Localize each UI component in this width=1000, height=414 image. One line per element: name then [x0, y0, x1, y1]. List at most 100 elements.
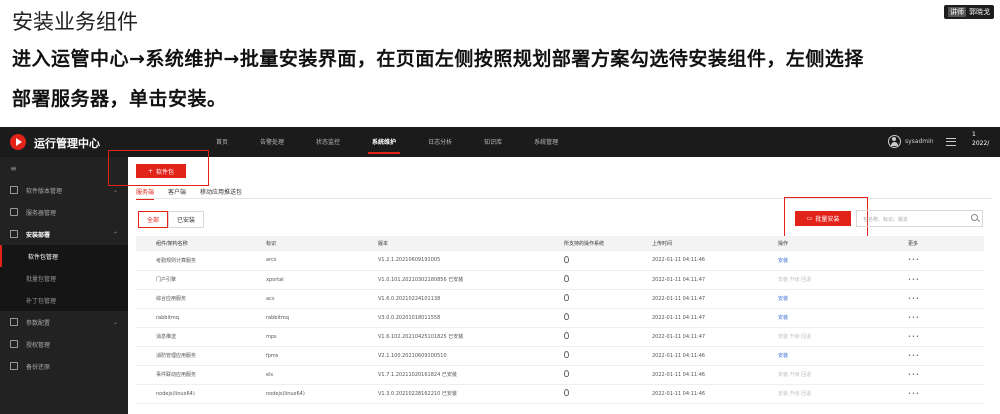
config-icon [10, 318, 18, 326]
user-menu[interactable]: sysadmin [888, 135, 934, 148]
cell-name: 消防管理应用服务 [156, 353, 197, 359]
cell-version: V1.7.1.20211020161824 已安装 [378, 372, 457, 378]
cell-name: rabbitmq [156, 314, 179, 321]
table-row[interactable]: 考勤规则计算服务 arcs V1.2.1.20210609191005 2022… [136, 251, 984, 270]
user-name: sysadmin [905, 138, 934, 145]
cell-upload-time: 2022-01-11 04:11:46 [652, 371, 706, 378]
cell-name: 消息推送 [156, 334, 177, 340]
cell-id: mps [266, 333, 277, 340]
sidebar-item-server-management[interactable]: 服务器管理 [0, 201, 128, 223]
table-row[interactable]: 门户引擎 xportal V1.0.101.20210302180856 已安装… [136, 270, 984, 289]
more-icon[interactable]: ••• [888, 270, 984, 289]
more-icon[interactable]: ••• [888, 308, 984, 327]
linux-icon [564, 389, 569, 396]
install-action[interactable]: 安装 [758, 289, 888, 308]
cell-id: acs [266, 295, 275, 302]
more-icon[interactable]: ••• [888, 327, 984, 346]
presenter-badge: 讲师 郭晓戈 [944, 5, 994, 19]
cell-upload-time: 2022-01-11 04:11:46 [652, 352, 706, 359]
package-table: 组件/架构名称 标识 版本 所支持的操作系统 上传时间 操作 更多 考勤规则计算… [136, 236, 984, 404]
linux-icon [564, 332, 569, 339]
install-action[interactable]: 安装 [758, 346, 888, 365]
cell-upload-time: 2022-01-11 04:11:47 [652, 295, 706, 302]
cell-upload-time: 2022-01-11 04:11:47 [652, 276, 706, 283]
chevron-up-icon: ⌃ [112, 230, 118, 238]
cell-name: 门户引擎 [156, 277, 177, 283]
more-icon[interactable]: ••• [888, 346, 984, 365]
cell-upload-time: 2022-01-11 04:11:46 [652, 390, 706, 397]
search-input[interactable]: 包名称、标识、版本 [856, 210, 983, 227]
table-row[interactable]: 消防管理应用服务 fpms V2.1.100.20210609100510 20… [136, 346, 984, 365]
column-header: 组件/架构名称 [156, 241, 188, 247]
software-version-icon [10, 186, 18, 194]
cell-id: xportal [266, 276, 284, 283]
install-upgrade-rollback-actions[interactable]: 安装 升级 回退 [758, 384, 888, 403]
install-upgrade-rollback-actions[interactable]: 安装 升级 回退 [758, 270, 888, 289]
sidebar-item-label: 参数配置 [26, 319, 51, 327]
table-row[interactable]: 综合应用服务 acs V1.6.0.20210224101138 2022-01… [136, 289, 984, 308]
nav-status-monitor[interactable]: 状态监控 [300, 127, 356, 157]
search-placeholder: 包名称、标识、版本 [863, 217, 909, 223]
nav-system-maintenance[interactable]: 系统维护 [356, 127, 412, 157]
nav-knowledge-base[interactable]: 知识库 [468, 127, 518, 157]
more-icon[interactable]: ••• [888, 289, 984, 308]
sidebar-item-install-deploy[interactable]: 安装部署 ⌃ [0, 223, 128, 245]
clipped-clock-text: 1 2022/ [972, 130, 989, 148]
column-header: 版本 [378, 241, 389, 247]
cell-id: fpms [266, 352, 279, 359]
slide-instruction-line-2: 部署服务器，单击安装。 [12, 88, 227, 110]
sidebar-item-parameter-config[interactable]: 参数配置 ⌄ [0, 311, 128, 333]
table-row[interactable]: 事件联动应用服务 els V1.7.1.20211020161824 已安装 2… [136, 365, 984, 384]
sidebar-item-package-management[interactable]: 软件包管理 [0, 245, 128, 267]
more-icon[interactable]: ••• [888, 365, 984, 384]
cell-version: V1.6.102.20210425101825 已安装 [378, 334, 464, 340]
nav-log-analysis[interactable]: 日志分析 [412, 127, 468, 157]
linux-icon [564, 255, 569, 263]
main-content: + 软件包 服务端 客户端 移动应用推送包 全部 已安装 ▭ 批量安装 包名称、标识… [108, 150, 1000, 414]
cell-os [544, 327, 632, 346]
cell-os [544, 308, 632, 327]
cell-os [544, 270, 632, 289]
cell-os [544, 251, 632, 270]
slide-instruction-line-1: 进入运管中心→系统维护→批量安装界面，在页面左侧按照规划部署方案勾选待安装组件，… [12, 48, 864, 70]
nav-alarm-handling[interactable]: 告警处理 [244, 127, 300, 157]
chevron-down-icon: ⌄ [112, 186, 118, 194]
cell-version: V3.0.0.20201018011558 [378, 314, 441, 321]
install-action[interactable]: 安装 [758, 251, 888, 270]
app-title: 运行管理中心 [34, 137, 100, 150]
clock-text: 1 2022/ [972, 131, 990, 147]
linux-icon [564, 370, 569, 377]
sidebar-item-label: 服务器管理 [26, 209, 57, 217]
filter-installed-button[interactable]: 已安装 [168, 211, 205, 228]
cell-name: 综合应用服务 [156, 296, 187, 302]
sidebar-collapse-icon[interactable]: ≡ [10, 164, 17, 173]
sidebar-item-batch-package[interactable]: 批量包管理 [0, 267, 128, 289]
filter-all-button[interactable]: 全部 [138, 211, 169, 228]
nav-system-management[interactable]: 系统管理 [518, 127, 574, 157]
table-row[interactable]: rabbitmq rabbitmq V3.0.0.20201018011558 … [136, 308, 984, 327]
column-header: 上传时间 [652, 241, 673, 247]
sidebar-item-backup-restore[interactable]: 备份还原 [0, 355, 128, 377]
install-icon [10, 230, 18, 238]
sidebar-item-patch-package[interactable]: 补丁包管理 [0, 289, 128, 311]
cell-os [544, 365, 632, 384]
sidebar: ≡ 软件版本管理 ⌄ 服务器管理 安装部署 ⌃ 软件包管理 批量包管理 补丁包管理 … [0, 157, 128, 414]
sidebar-item-license[interactable]: 授权管理 [0, 333, 128, 355]
column-header: 操作 [778, 241, 789, 247]
cell-version: V2.1.100.20210609100510 [378, 352, 447, 359]
main-nav: 首页 告警处理 状态监控 系统维护 日志分析 知识库 系统管理 [200, 127, 574, 157]
install-upgrade-rollback-actions[interactable]: 安装 升级 回退 [758, 327, 888, 346]
search-icon[interactable] [971, 214, 978, 221]
more-icon[interactable]: ••• [888, 251, 984, 270]
sidebar-item-label: 软件版本管理 [26, 187, 63, 195]
install-action[interactable]: 安装 [758, 308, 888, 327]
table-row[interactable]: nodejs(linux64) nodejs(linux64) V1.3.0.2… [136, 384, 984, 403]
table-row[interactable]: 消息推送 mps V1.6.102.20210425101825 已安装 202… [136, 327, 984, 346]
hamburger-menu-icon[interactable] [946, 138, 956, 146]
chevron-down-icon: ⌄ [112, 318, 118, 326]
cell-id: nodejs(linux64) [266, 390, 305, 397]
more-icon[interactable]: ••• [888, 384, 984, 403]
app-screenshot: 运行管理中心 首页 告警处理 状态监控 系统维护 日志分析 知识库 系统管理 s… [0, 127, 1000, 414]
slide-title: 安装业务组件 [12, 10, 138, 34]
install-upgrade-rollback-actions[interactable]: 安装 升级 回退 [758, 365, 888, 384]
